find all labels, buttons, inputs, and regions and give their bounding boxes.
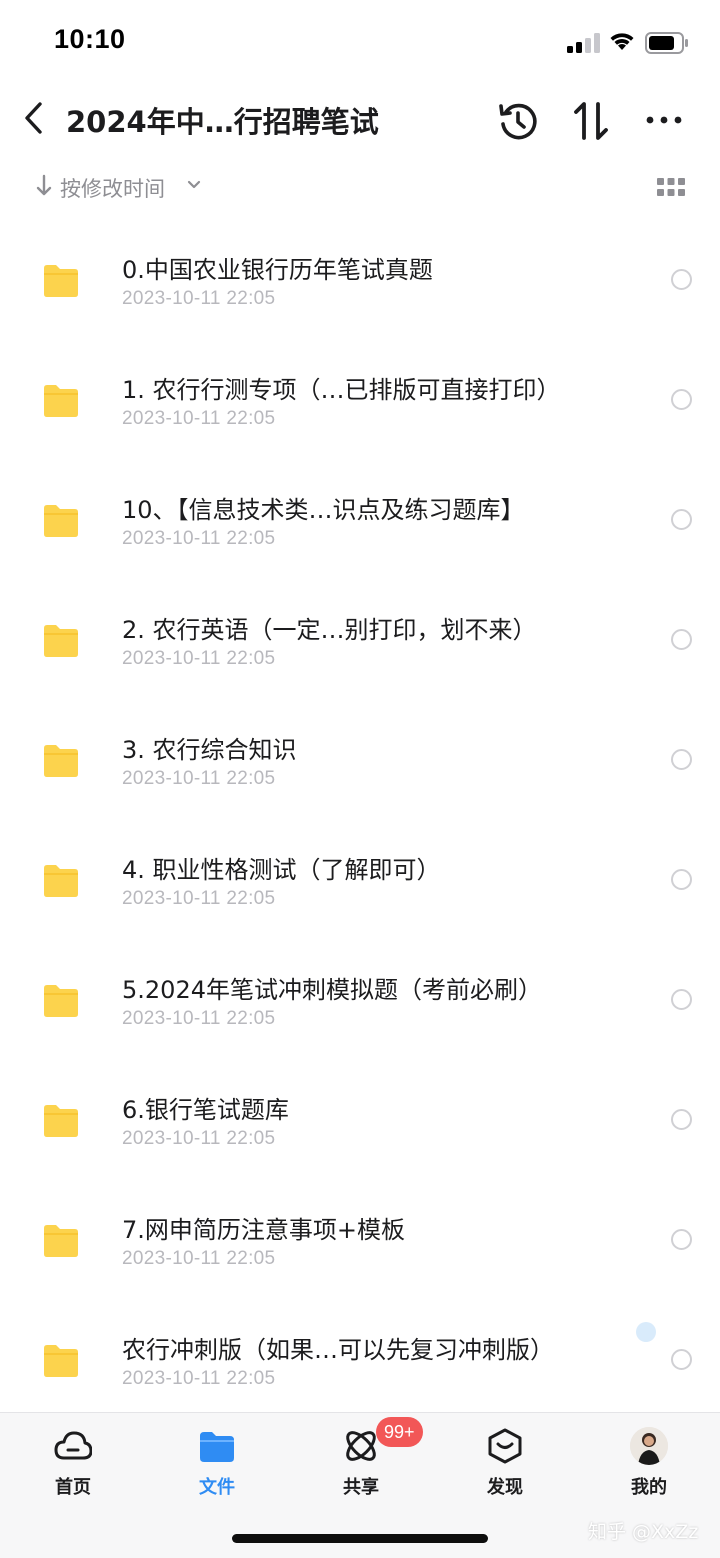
file-name: 1. 农行行测专项（…已排版可直接打印） xyxy=(122,376,561,404)
sort-order-icon[interactable] xyxy=(572,100,610,142)
select-checkbox[interactable] xyxy=(671,389,692,410)
file-date: 2023-10-11 22:05 xyxy=(122,1008,276,1029)
file-name: 6.银行笔试题库 xyxy=(122,1096,289,1124)
file-date: 2023-10-11 22:05 xyxy=(122,528,276,549)
file-name: 0.中国农业银行历年笔试真题 xyxy=(122,256,433,284)
tab-label: 我的 xyxy=(631,1477,667,1498)
discover-icon xyxy=(488,1428,522,1464)
signal-icon xyxy=(567,33,600,53)
back-icon[interactable] xyxy=(20,100,50,136)
file-name: 5.2024年笔试冲刺模拟题（考前必刷） xyxy=(122,976,542,1004)
folder-icon xyxy=(44,265,78,297)
list-item[interactable]: 7.网申简历注意事项+模板 2023-10-11 22:05 xyxy=(0,1180,720,1300)
history-icon[interactable] xyxy=(498,100,538,142)
folder-icon xyxy=(44,505,78,537)
select-checkbox[interactable] xyxy=(671,1109,692,1130)
folder-icon xyxy=(44,625,78,657)
tab-label: 发现 xyxy=(487,1477,523,1498)
status-bar: 10:10 xyxy=(0,0,720,86)
home-indicator[interactable] xyxy=(232,1534,488,1543)
notification-badge: 99+ xyxy=(376,1417,423,1447)
file-name: 2. 农行英语（一定…别打印，划不来） xyxy=(122,616,537,644)
more-icon[interactable] xyxy=(644,110,684,130)
select-checkbox[interactable] xyxy=(671,869,692,890)
list-item[interactable]: 4. 职业性格测试（了解即可） 2023-10-11 22:05 xyxy=(0,820,720,940)
file-name: 10、【信息技术类…识点及练习题库】 xyxy=(122,496,525,524)
list-item[interactable]: 1. 农行行测专项（…已排版可直接打印） 2023-10-11 22:05 xyxy=(0,340,720,460)
sort-down-arrow-icon xyxy=(36,174,52,196)
file-name: 4. 职业性格测试（了解即可） xyxy=(122,856,441,884)
file-date: 2023-10-11 22:05 xyxy=(122,408,276,429)
status-time: 10:10 xyxy=(54,24,126,54)
select-checkbox[interactable] xyxy=(671,629,692,650)
list-item[interactable]: 5.2024年笔试冲刺模拟题（考前必刷） 2023-10-11 22:05 xyxy=(0,940,720,1060)
tab-label: 共享 xyxy=(343,1477,379,1498)
file-date: 2023-10-11 22:05 xyxy=(122,888,276,909)
folder-icon xyxy=(44,385,78,417)
select-checkbox[interactable] xyxy=(671,269,692,290)
list-item[interactable]: 0.中国农业银行历年笔试真题 2023-10-11 22:05 xyxy=(0,220,720,340)
select-checkbox[interactable] xyxy=(671,509,692,530)
folder-icon xyxy=(44,1345,78,1377)
floating-assistant-dot[interactable] xyxy=(636,1322,656,1342)
file-name: 3. 农行综合知识 xyxy=(122,736,297,764)
page-title: 2024年中…行招聘笔试 xyxy=(66,105,379,139)
select-checkbox[interactable] xyxy=(671,1229,692,1250)
list-item[interactable]: 6.银行笔试题库 2023-10-11 22:05 xyxy=(0,1060,720,1180)
folder-icon xyxy=(44,985,78,1017)
battery-icon xyxy=(645,32,688,54)
chevron-down-icon xyxy=(187,180,201,189)
tab-label: 首页 xyxy=(55,1477,91,1498)
tab-discover[interactable]: 发现 xyxy=(455,1427,555,1507)
grid-view-icon[interactable] xyxy=(657,178,685,196)
folder-icon xyxy=(44,745,78,777)
file-date: 2023-10-11 22:05 xyxy=(122,1248,276,1269)
folder-icon xyxy=(44,1225,78,1257)
watermark: 知乎 @XxZz xyxy=(588,1521,699,1543)
sort-dropdown[interactable]: 按修改时间 xyxy=(60,173,165,203)
wifi-icon xyxy=(610,33,634,50)
folder-icon xyxy=(44,1105,78,1137)
tab-me[interactable]: 我的 xyxy=(599,1427,699,1507)
file-date: 2023-10-11 22:05 xyxy=(122,768,276,789)
folder-icon xyxy=(200,1432,234,1462)
file-date: 2023-10-11 22:05 xyxy=(122,288,276,309)
select-checkbox[interactable] xyxy=(671,1349,692,1370)
tab-home[interactable]: 首页 xyxy=(23,1427,123,1507)
sort-row: 按修改时间 xyxy=(0,166,720,208)
select-checkbox[interactable] xyxy=(671,989,692,1010)
tab-label: 文件 xyxy=(199,1477,235,1498)
cloud-icon xyxy=(54,1431,92,1460)
list-item[interactable]: 3. 农行综合知识 2023-10-11 22:05 xyxy=(0,700,720,820)
tab-files[interactable]: 文件 xyxy=(167,1427,267,1507)
share-atom-icon xyxy=(346,1431,376,1461)
nav-bar: 2024年中…行招聘笔试 xyxy=(0,86,720,156)
select-checkbox[interactable] xyxy=(671,749,692,770)
file-date: 2023-10-11 22:05 xyxy=(122,1128,276,1149)
file-date: 2023-10-11 22:05 xyxy=(122,1368,276,1389)
file-name: 农行冲刺版（如果…可以先复习冲刺版） xyxy=(122,1336,554,1364)
list-item[interactable]: 农行冲刺版（如果…可以先复习冲刺版） 2023-10-11 22:05 xyxy=(0,1300,720,1420)
avatar xyxy=(630,1427,668,1465)
folder-icon xyxy=(44,865,78,897)
file-name: 7.网申简历注意事项+模板 xyxy=(122,1216,406,1244)
file-date: 2023-10-11 22:05 xyxy=(122,648,276,669)
list-item[interactable]: 2. 农行英语（一定…别打印，划不来） 2023-10-11 22:05 xyxy=(0,580,720,700)
list-item[interactable]: 10、【信息技术类…识点及练习题库】 2023-10-11 22:05 xyxy=(0,460,720,580)
